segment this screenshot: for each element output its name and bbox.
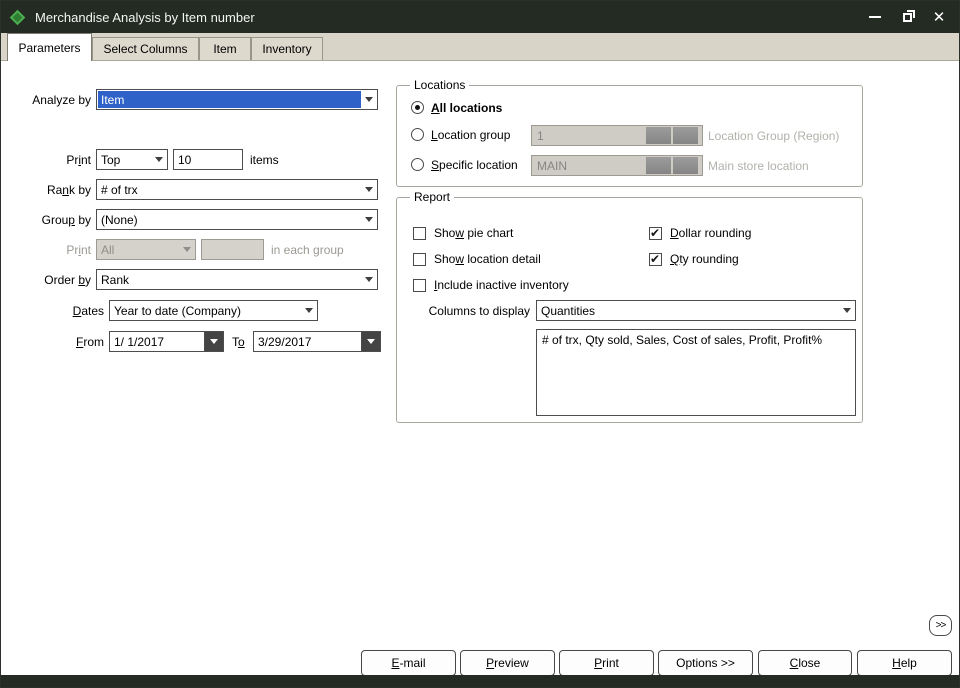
chevron-down-icon[interactable]: [301, 302, 316, 319]
to-date-value: 3/29/2017: [258, 334, 312, 349]
from-label: From: [75, 335, 104, 349]
order-by-select[interactable]: Rank: [96, 269, 378, 290]
group-by-select[interactable]: (None): [96, 209, 378, 230]
columns-to-display-value: Quantities: [541, 303, 596, 318]
close-icon[interactable]: ✕: [931, 9, 947, 25]
analyze-by-label: Analyze by: [32, 93, 91, 107]
show-pie-chart-label[interactable]: Show pie chart: [434, 226, 513, 240]
print-range-select[interactable]: Top: [96, 149, 168, 170]
window-controls: ✕: [867, 1, 947, 33]
dates-value: Year to date (Company): [114, 303, 241, 318]
chevron-down-icon[interactable]: [151, 151, 166, 168]
rank-by-value: # of trx: [101, 182, 138, 197]
checkbox-show-pie-chart[interactable]: [413, 227, 426, 240]
specific-location-label[interactable]: Specific location: [431, 158, 518, 172]
checkbox-show-location-detail[interactable]: [413, 253, 426, 266]
from-date-input[interactable]: 1/ 1/2017: [109, 331, 224, 352]
print-group-select: All: [96, 239, 196, 260]
lookup-button-icon: [673, 157, 698, 174]
order-by-value: Rank: [101, 272, 130, 287]
tab-item[interactable]: Item: [199, 37, 251, 60]
rank-by-label: Rank by: [46, 183, 91, 197]
from-date-value: 1/ 1/2017: [114, 334, 165, 349]
lookup-button-icon: [646, 127, 671, 144]
lookup-button-icon: [673, 127, 698, 144]
location-group-value: 1: [537, 128, 544, 143]
print-label: Print: [66, 153, 91, 167]
tab-inventory[interactable]: Inventory: [251, 37, 323, 60]
group-by-label: Group by: [41, 213, 91, 227]
checkbox-dollar-rounding[interactable]: [649, 226, 662, 240]
checkbox-qty-rounding[interactable]: [649, 252, 662, 266]
close-button[interactable]: Close: [758, 650, 852, 676]
columns-to-display-label: Columns to display: [428, 304, 530, 318]
chevron-down-icon[interactable]: [361, 91, 376, 108]
merchandise-analysis-window: Merchandise Analysis by Item number ✕ Pa…: [0, 0, 960, 688]
print-count-input[interactable]: 10: [173, 149, 243, 170]
to-date-input[interactable]: 3/29/2017: [253, 331, 381, 352]
tab-select-columns[interactable]: Select Columns: [92, 37, 199, 60]
location-group-label[interactable]: Location group: [431, 128, 510, 142]
report-group-title: Report: [410, 190, 455, 204]
calendar-dropdown-icon[interactable]: [361, 332, 380, 351]
title-bar[interactable]: Merchandise Analysis by Item number ✕: [1, 1, 959, 33]
print-button[interactable]: Print: [559, 650, 654, 676]
email-button[interactable]: E -mail: [361, 650, 456, 676]
locations-group-title: Locations: [410, 78, 470, 92]
print-group-label: Print: [66, 243, 91, 257]
minimize-icon[interactable]: [867, 9, 883, 25]
checkbox-include-inactive-inventory[interactable]: [413, 279, 426, 292]
chevron-down-icon[interactable]: [361, 211, 376, 228]
all-locations-label[interactable]: All locations: [431, 101, 502, 115]
help-button[interactable]: Help: [857, 650, 952, 676]
analyze-by-value: Item: [98, 91, 361, 108]
in-each-group-label: in each group: [271, 243, 344, 257]
location-group-hint: Location Group (Region): [708, 129, 840, 143]
to-label: To: [232, 335, 245, 349]
window-title: Merchandise Analysis by Item number: [35, 9, 255, 25]
chevron-down-icon[interactable]: [361, 181, 376, 198]
restore-icon[interactable]: [899, 9, 915, 25]
tab-parameters[interactable]: Parameters: [7, 33, 92, 61]
radio-location-group[interactable]: [411, 128, 424, 141]
expand-button[interactable]: >>: [929, 615, 952, 636]
columns-to-display-select[interactable]: Quantities: [536, 300, 856, 321]
radio-all-locations[interactable]: [411, 101, 424, 114]
specific-location-value: MAIN: [537, 158, 567, 173]
radio-specific-location[interactable]: [411, 158, 424, 171]
qty-rounding-label[interactable]: Qty rounding: [670, 252, 739, 266]
show-location-detail-label[interactable]: Show location detail: [434, 252, 541, 266]
print-group-value: All: [101, 242, 115, 257]
include-inactive-inventory-label[interactable]: Include inactive inventory: [434, 278, 569, 292]
lookup-button-icon: [646, 157, 671, 174]
dates-label: Dates: [72, 304, 104, 318]
options-button[interactable]: Options >>: [658, 650, 753, 676]
columns-detail-box: # of trx, Qty sold, Sales, Cost of sales…: [536, 329, 856, 416]
location-group-input: 1: [531, 125, 703, 146]
specific-location-hint: Main store location: [708, 159, 809, 173]
chevron-down-icon[interactable]: [839, 302, 854, 319]
analyze-by-select[interactable]: Item: [96, 89, 378, 110]
app-icon: [9, 9, 26, 25]
group-by-value: (None): [101, 212, 138, 227]
print-group-count-input: [201, 239, 264, 260]
tab-strip: Parameters Select Columns Item Inventory: [1, 33, 959, 61]
chevron-down-icon[interactable]: [361, 271, 376, 288]
print-range-value: Top: [101, 152, 121, 167]
specific-location-input: MAIN: [531, 155, 703, 176]
order-by-label: Order by: [44, 273, 91, 287]
rank-by-select[interactable]: # of trx: [96, 179, 378, 200]
preview-button[interactable]: Preview: [460, 650, 555, 676]
calendar-dropdown-icon[interactable]: [204, 332, 223, 351]
items-suffix-label: items: [250, 153, 279, 167]
chevron-down-icon: [179, 241, 194, 258]
dates-select[interactable]: Year to date (Company): [109, 300, 318, 321]
bottom-bar: [1, 675, 959, 687]
dollar-rounding-label[interactable]: Dollar rounding: [670, 226, 751, 240]
